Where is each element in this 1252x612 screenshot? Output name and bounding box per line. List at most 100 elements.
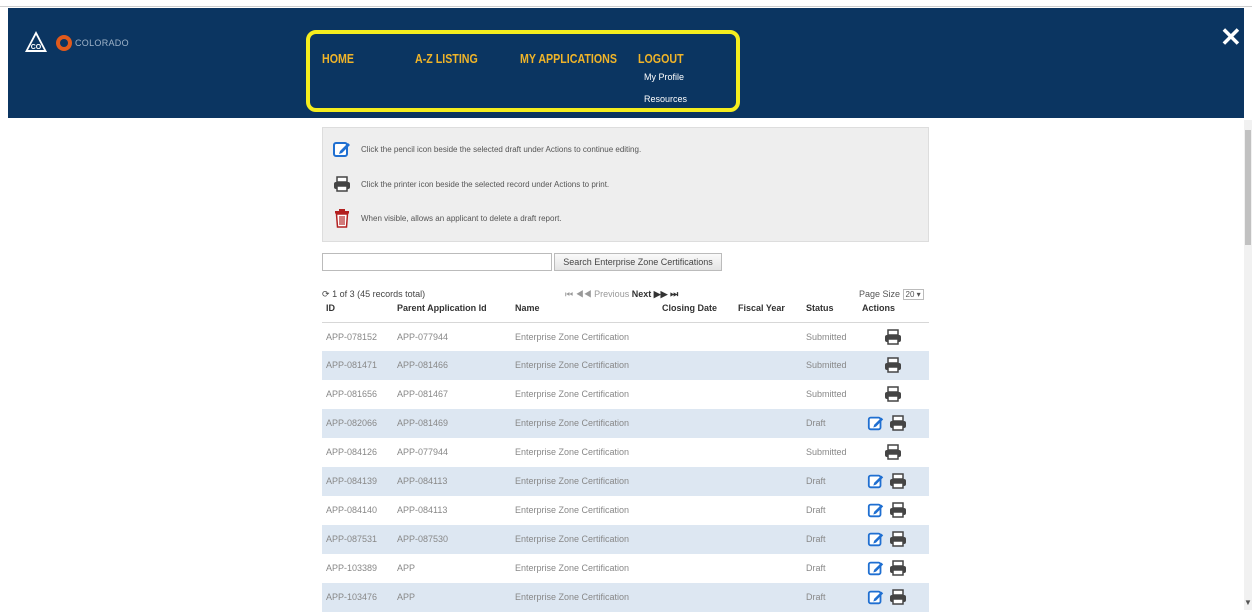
table-row[interactable]: APP-087531 APP-087530 Enterprise Zone Cert…	[322, 525, 929, 554]
pager: ⏮ ◀◀ Previous Next ▶▶ ⏭	[565, 289, 678, 300]
cell-parent-id: APP-077944	[397, 332, 449, 342]
cell-id: APP-084126	[326, 447, 378, 457]
previous-page-link[interactable]: ◀◀ Previous	[576, 289, 630, 299]
next-page-icon[interactable]: ▶▶	[654, 289, 668, 299]
column-header[interactable]: Actions	[862, 303, 895, 313]
edit-pencil-icon[interactable]	[867, 414, 885, 432]
cell-name: Enterprise Zone Certification	[515, 534, 630, 544]
info-edit-row: Click the pencil icon beside the selecte…	[331, 138, 641, 160]
print-icon[interactable]	[889, 589, 907, 605]
row-actions	[884, 443, 902, 461]
cell-name: Enterprise Zone Certification	[515, 476, 630, 486]
table-row[interactable]: APP-082066 APP-081469 Enterprise Zone Cert…	[322, 409, 929, 438]
scrollbar-thumb[interactable]	[1245, 130, 1251, 245]
next-page-link[interactable]: Next	[632, 289, 652, 299]
app-window: CO COLORADO HOME A-Z LISTING MY APPLICAT…	[0, 0, 1252, 612]
scroll-down-arrow-icon[interactable]: ▼	[1244, 598, 1252, 607]
row-actions	[867, 501, 907, 519]
column-header[interactable]: Parent Application Id	[397, 303, 487, 313]
column-header[interactable]: Fiscal Year	[738, 303, 785, 313]
page-size-label: Page Size	[859, 289, 901, 299]
cell-status: Draft	[806, 563, 826, 573]
print-icon[interactable]	[889, 560, 907, 576]
table-row[interactable]: APP-081471 APP-081466 Enterprise Zone Cert…	[322, 351, 929, 380]
cell-status: Submitted	[806, 389, 847, 399]
nav-my-applications[interactable]: MY APPLICATIONS	[520, 51, 617, 66]
column-header[interactable]: Status	[806, 303, 834, 313]
row-actions	[867, 530, 907, 548]
page-size-select[interactable]: 20 ▾	[902, 289, 924, 300]
edit-pencil-icon[interactable]	[867, 472, 885, 490]
cell-parent-id: APP-087530	[397, 534, 449, 544]
info-edit-text: Click the pencil icon beside the selecte…	[361, 144, 642, 154]
nav-home[interactable]: HOME	[322, 51, 354, 66]
cell-id: APP-084140	[326, 505, 378, 515]
row-actions	[867, 588, 907, 606]
table-row[interactable]: APP-084139 APP-084113 Enterprise Zone Cert…	[322, 467, 929, 496]
row-actions	[884, 356, 902, 374]
row-actions	[867, 414, 907, 432]
info-delete-text: When visible, allows an applicant to del…	[361, 213, 562, 223]
cell-name: Enterprise Zone Certification	[515, 389, 630, 399]
table-row[interactable]: APP-078152 APP-077944 Enterprise Zone Cert…	[322, 322, 929, 351]
cell-status: Submitted	[806, 360, 847, 370]
print-icon[interactable]	[889, 473, 907, 489]
nav-resources[interactable]: Resources	[644, 94, 687, 104]
table-row[interactable]: APP-103389 APP Enterprise Zone Certificati…	[322, 554, 929, 583]
nav-logout[interactable]: LOGOUT	[638, 51, 684, 66]
edit-pencil-icon[interactable]	[867, 588, 885, 606]
print-icon[interactable]	[884, 357, 902, 373]
edit-pencil-icon[interactable]	[867, 559, 885, 577]
print-icon[interactable]	[889, 502, 907, 518]
print-icon[interactable]	[884, 444, 902, 460]
print-icon[interactable]	[889, 531, 907, 547]
cell-name: Enterprise Zone Certification	[515, 592, 630, 602]
cell-id: APP-081656	[326, 389, 378, 399]
close-button[interactable]: ✕	[1220, 24, 1242, 50]
table-row[interactable]: APP-081656 APP-081467 Enterprise Zone Cert…	[322, 380, 929, 409]
pager-summary-text: 1 of 3 (45 records total)	[332, 289, 426, 299]
edit-pencil-icon[interactable]	[867, 501, 885, 519]
table-row[interactable]: APP-103476 APP Enterprise Zone Certificati…	[322, 583, 929, 612]
column-header[interactable]: Closing Date	[662, 303, 717, 313]
column-header[interactable]: Name	[515, 303, 540, 313]
table-row[interactable]: APP-084140 APP-084113 Enterprise Zone Cert…	[322, 496, 929, 525]
search-button[interactable]: Search Enterprise Zone Certifications	[554, 253, 722, 271]
cell-status: Draft	[806, 505, 826, 515]
colorado-c-icon	[56, 35, 72, 51]
print-icon[interactable]	[884, 329, 902, 345]
svg-text:CO: CO	[31, 44, 42, 51]
print-icon[interactable]	[884, 386, 902, 402]
print-icon[interactable]	[889, 415, 907, 431]
column-header[interactable]: ID	[326, 303, 335, 313]
refresh-icon[interactable]: ⟳	[322, 289, 330, 299]
cell-name: Enterprise Zone Certification	[515, 447, 630, 457]
first-page-icon[interactable]: ⏮	[565, 289, 573, 299]
cell-id: APP-082066	[326, 418, 378, 428]
cell-name: Enterprise Zone Certification	[515, 332, 630, 342]
nav-my-profile[interactable]: My Profile	[644, 72, 684, 82]
cell-name: Enterprise Zone Certification	[515, 563, 630, 573]
cell-status: Draft	[806, 476, 826, 486]
last-page-icon[interactable]: ⏭	[670, 289, 678, 299]
search-input[interactable]	[322, 253, 552, 271]
cell-parent-id: APP-081466	[397, 360, 449, 370]
cell-parent-id: APP-081469	[397, 418, 449, 428]
cell-parent-id: APP-084113	[397, 476, 448, 486]
row-actions	[867, 472, 907, 490]
cell-id: APP-078152	[326, 332, 378, 342]
edit-pencil-icon[interactable]	[867, 530, 885, 548]
cell-id: APP-087531	[326, 534, 378, 544]
cell-status: Submitted	[806, 447, 847, 457]
info-delete-row: When visible, allows an applicant to del…	[331, 207, 562, 229]
pencil-icon	[331, 138, 353, 160]
info-print-text: Click the printer icon beside the select…	[361, 179, 610, 189]
cell-name: Enterprise Zone Certification	[515, 505, 630, 515]
nav-az-listing[interactable]: A-Z LISTING	[415, 51, 478, 66]
cell-parent-id: APP	[397, 563, 416, 573]
colorado-logo-icon[interactable]: CO	[24, 30, 48, 54]
table-row[interactable]: APP-084126 APP-077944 Enterprise Zone Cert…	[322, 438, 929, 467]
cell-name: Enterprise Zone Certification	[515, 418, 630, 428]
pager-summary: ⟳ 1 of 3 (45 records total)	[322, 289, 425, 300]
page-size: Page Size 20 ▾	[859, 289, 924, 300]
